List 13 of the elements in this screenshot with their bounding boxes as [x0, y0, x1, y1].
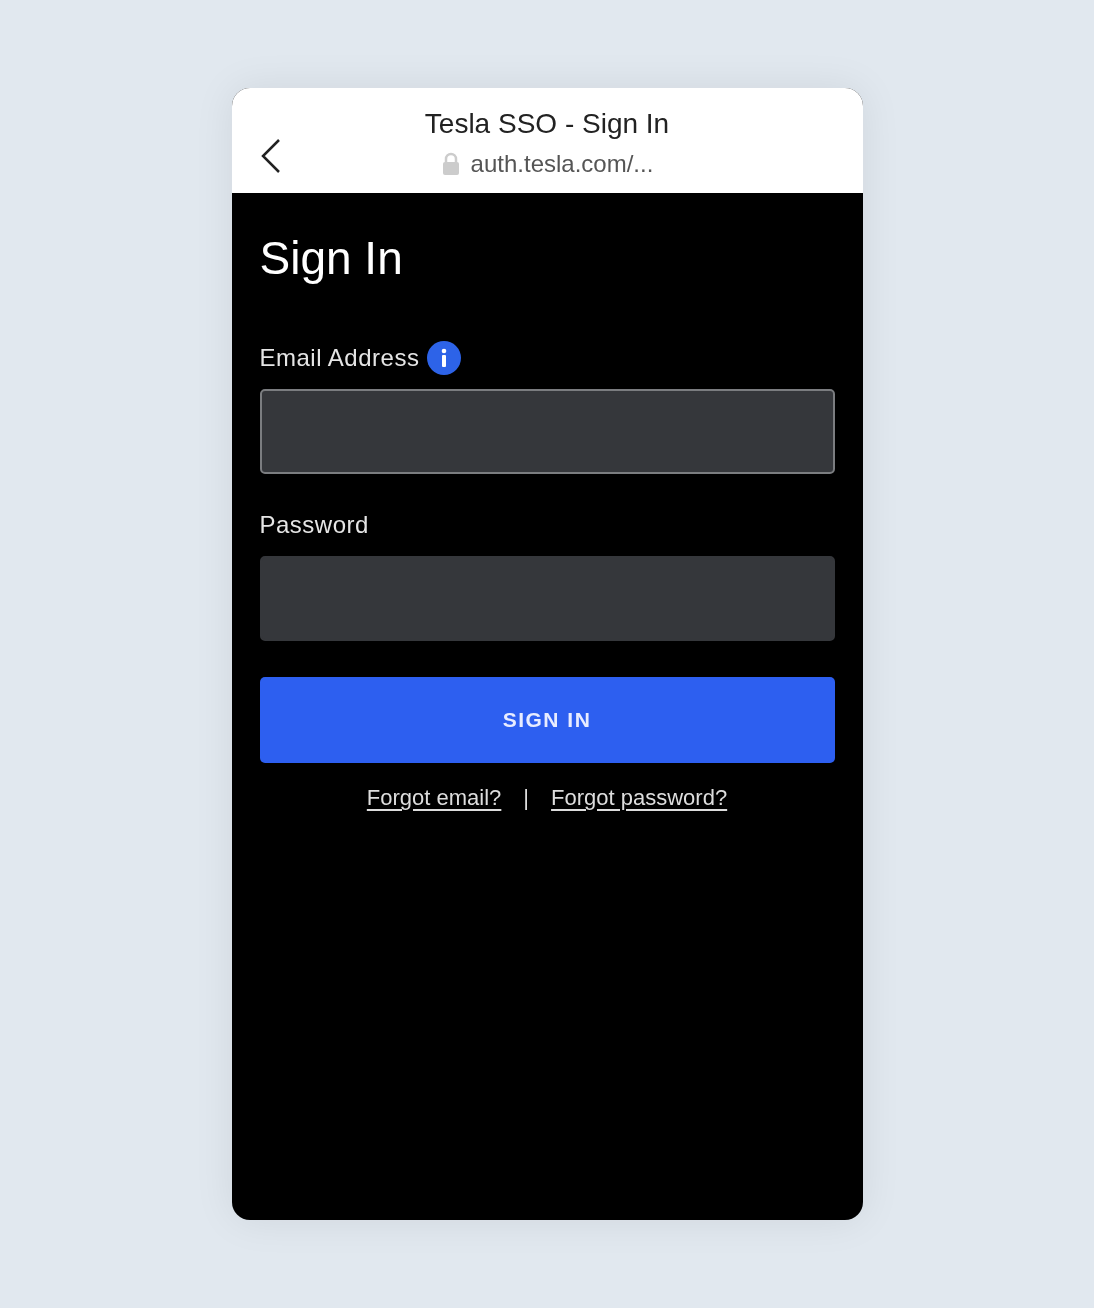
info-icon[interactable]	[427, 341, 462, 375]
field-label: Password	[259, 510, 369, 540]
field-label: Email Address	[259, 343, 420, 373]
sign-in-button[interactable]: SIGN IN	[259, 677, 835, 763]
lock-icon	[440, 152, 461, 176]
forgot-password-link[interactable]: Forgot password?	[551, 781, 728, 814]
text-field[interactable]	[259, 389, 835, 474]
link-separator: |	[523, 784, 530, 812]
page-title: Tesla SSO - Sign In	[424, 110, 670, 138]
forgot-email-link[interactable]: Forgot email?	[366, 781, 502, 814]
text-field[interactable]	[259, 556, 835, 641]
back-icon[interactable]	[259, 138, 282, 174]
url-text: auth.tesla.com/...	[470, 152, 654, 176]
